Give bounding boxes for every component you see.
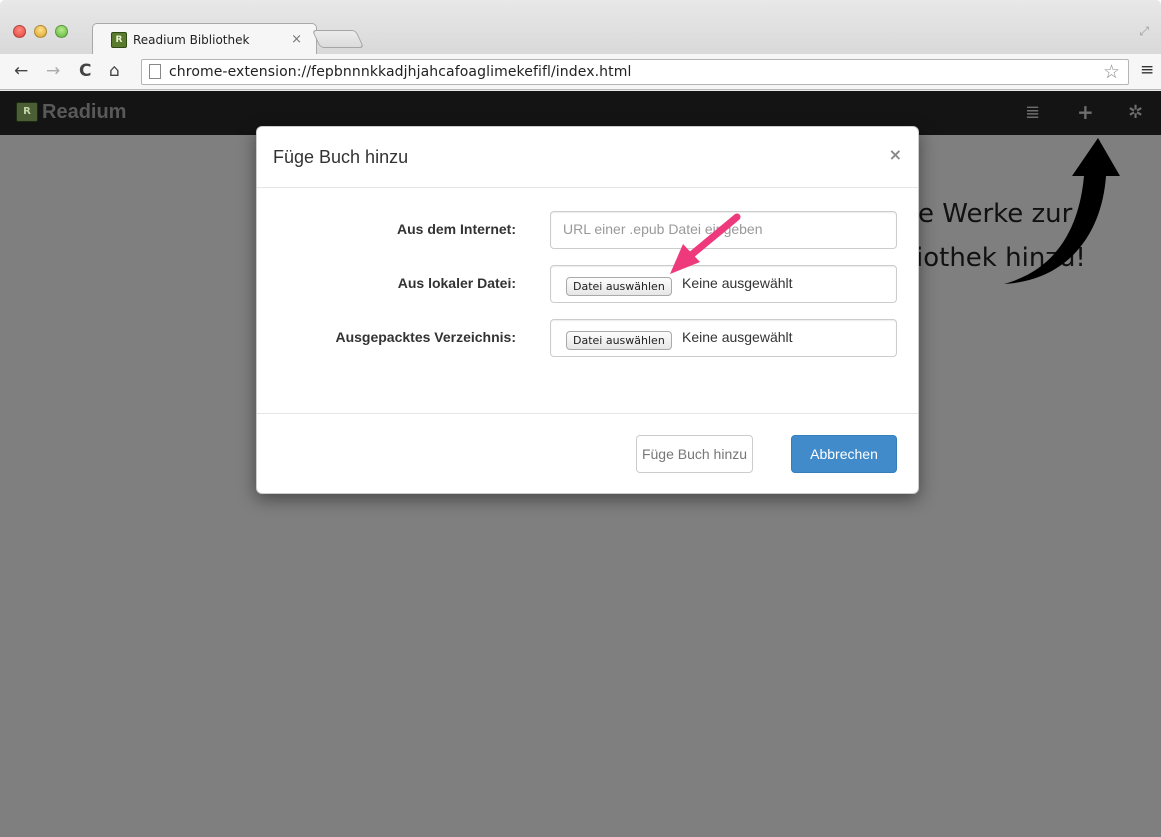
add-book-icon[interactable]: + bbox=[1077, 100, 1094, 124]
chrome-menu-icon[interactable]: ≡ bbox=[1140, 60, 1154, 80]
internet-row: Aus dem Internet: bbox=[257, 211, 918, 249]
readium-brand[interactable]: R Readium bbox=[16, 100, 126, 124]
minimize-window-button[interactable] bbox=[34, 25, 47, 38]
local-file-status: Keine ausgewählt bbox=[682, 275, 793, 291]
dialog-footer: Füge Buch hinzu Abbrechen bbox=[257, 413, 918, 495]
empty-library-text-line1: e Werke zur bbox=[918, 199, 1073, 229]
cancel-button[interactable]: Abbrechen bbox=[791, 435, 897, 473]
tab-title: Readium Bibliothek bbox=[133, 33, 250, 47]
close-window-button[interactable] bbox=[13, 25, 26, 38]
tab-readium-bibliothek[interactable]: R Readium Bibliothek × bbox=[92, 23, 317, 56]
url-input[interactable] bbox=[563, 212, 883, 246]
directory-row: Ausgepacktes Verzeichnis: Datei auswähle… bbox=[257, 319, 918, 357]
local-file-row: Aus lokaler Datei: Datei auswählen Keine… bbox=[257, 265, 918, 303]
new-tab-button[interactable] bbox=[311, 30, 365, 48]
brand-name: Readium bbox=[42, 100, 127, 123]
readium-favicon-icon: R bbox=[111, 32, 127, 48]
dialog-title: Füge Buch hinzu bbox=[273, 147, 409, 167]
close-icon[interactable]: × bbox=[889, 145, 902, 164]
add-book-button[interactable]: Füge Buch hinzu bbox=[636, 435, 753, 473]
choose-directory-button[interactable]: Datei auswählen bbox=[566, 331, 672, 350]
home-icon[interactable]: ⌂ bbox=[109, 61, 120, 81]
fullscreen-icon[interactable]: ⤢ bbox=[1139, 24, 1149, 39]
directory-label: Ausgepacktes Verzeichnis: bbox=[335, 329, 516, 345]
browser-window: R Readium Bibliothek × ⤢ ← → C ⌂ chrome-… bbox=[0, 0, 1161, 837]
internet-label: Aus dem Internet: bbox=[396, 221, 516, 237]
tab-strip: R Readium Bibliothek × ⤢ bbox=[0, 0, 1161, 56]
bookmark-star-icon[interactable]: ☆ bbox=[1103, 61, 1120, 83]
readium-logo-icon: R bbox=[16, 102, 38, 122]
browser-toolbar: ← → C ⌂ chrome-extension://fepbnnnkkadjh… bbox=[0, 54, 1161, 90]
back-arrow-icon[interactable]: ← bbox=[14, 61, 28, 81]
list-view-icon[interactable]: ≣ bbox=[1025, 102, 1040, 123]
empty-library-text-line2: iothek hinzu! bbox=[916, 243, 1086, 273]
tab-close-icon[interactable]: × bbox=[291, 32, 302, 47]
address-bar[interactable]: chrome-extension://fepbnnnkkadjhjahcafoa… bbox=[141, 59, 1129, 85]
directory-field: Datei auswählen Keine ausgewählt bbox=[550, 319, 897, 357]
reload-icon[interactable]: C bbox=[79, 61, 91, 81]
settings-gear-icon[interactable]: ✲ bbox=[1128, 102, 1143, 123]
local-file-label: Aus lokaler Datei: bbox=[397, 275, 516, 291]
zoom-window-button[interactable] bbox=[55, 25, 68, 38]
forward-arrow-icon[interactable]: → bbox=[46, 61, 60, 81]
add-book-dialog: Füge Buch hinzu × Aus dem Internet: Aus … bbox=[256, 126, 919, 494]
local-file-field: Datei auswählen Keine ausgewählt bbox=[550, 265, 897, 303]
page-icon bbox=[149, 64, 161, 79]
url-field[interactable] bbox=[550, 211, 897, 249]
directory-status: Keine ausgewählt bbox=[682, 329, 793, 345]
choose-local-file-button[interactable]: Datei auswählen bbox=[566, 277, 672, 296]
address-url[interactable]: chrome-extension://fepbnnnkkadjhjahcafoa… bbox=[169, 64, 631, 80]
dialog-header: Füge Buch hinzu × bbox=[257, 127, 918, 188]
